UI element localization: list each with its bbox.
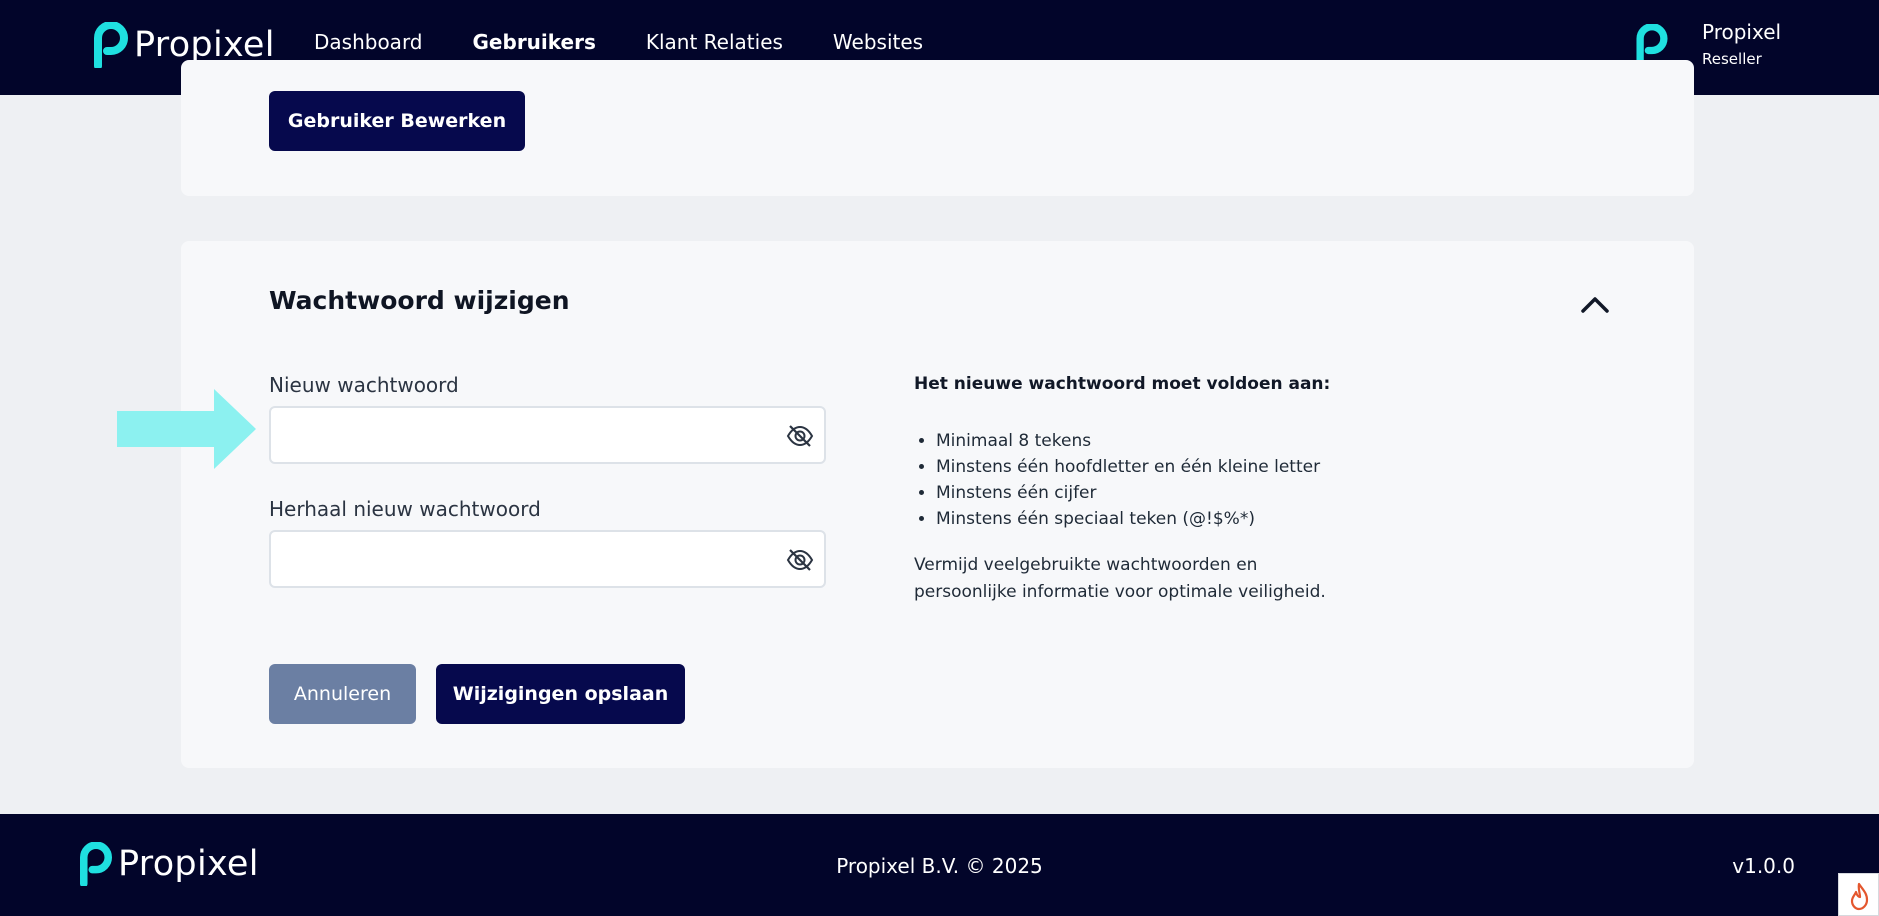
eye-slash-icon[interactable]: [786, 423, 814, 449]
user-name: Propixel: [1702, 20, 1782, 44]
edit-user-button[interactable]: Gebruiker Bewerken: [269, 91, 525, 151]
change-password-card: Wachtwoord wijzigen Nieuw wachtwoord Her…: [181, 241, 1694, 768]
flame-icon: [1850, 882, 1869, 911]
user-details-card: Gebruiker Bewerken: [181, 60, 1694, 196]
nav-item-websites[interactable]: Websites: [833, 30, 923, 54]
section-title: Wachtwoord wijzigen: [269, 286, 570, 315]
user-info: Propixel Reseller: [1702, 20, 1781, 68]
password-requirements: Het nieuwe wachtwoord moet voldoen aan: …: [914, 374, 1434, 606]
user-role: Reseller: [1702, 50, 1762, 68]
requirement-item: Minstens één hoofdletter en één kleine l…: [936, 454, 1434, 480]
new-password-input[interactable]: [271, 408, 824, 462]
save-changes-button[interactable]: Wijzigingen opslaan: [436, 664, 685, 724]
requirements-heading: Het nieuwe wachtwoord moet voldoen aan:: [914, 374, 1331, 394]
nav-item-dashboard[interactable]: Dashboard: [314, 30, 423, 54]
repeat-password-label: Herhaal nieuw wachtwoord: [269, 497, 541, 521]
nav-item-klant-relaties[interactable]: Klant Relaties: [646, 30, 783, 54]
debug-toolbar-toggle[interactable]: [1838, 873, 1879, 916]
version-label: v1.0.0: [1732, 854, 1795, 878]
requirement-item: Minimaal 8 tekens: [936, 428, 1434, 454]
requirements-list: Minimaal 8 tekens Minstens één hoofdlett…: [914, 428, 1434, 532]
requirement-item: Minstens één cijfer: [936, 480, 1434, 506]
repeat-password-field-wrapper: [269, 530, 826, 588]
copyright-text: Propixel B.V. © 2025: [836, 854, 1043, 878]
nav-item-gebruikers[interactable]: Gebruikers: [473, 30, 596, 54]
security-note: Vermijd veelgebruikte wachtwoorden en pe…: [914, 555, 1326, 602]
requirement-item: Minstens één speciaal teken (@!$%*): [936, 506, 1434, 532]
repeat-password-input[interactable]: [271, 532, 824, 586]
new-password-field-wrapper: [269, 406, 826, 464]
chevron-up-icon[interactable]: [1578, 293, 1612, 315]
cancel-button[interactable]: Annuleren: [269, 664, 416, 724]
arrow-right-icon: [117, 389, 256, 469]
eye-slash-icon[interactable]: [786, 547, 814, 573]
propixel-logo-icon: [94, 22, 128, 68]
brand-name: Propixel: [134, 25, 275, 65]
new-password-label: Nieuw wachtwoord: [269, 373, 459, 397]
footer: Propixel Propixel B.V. © 2025 v1.0.0: [0, 814, 1879, 916]
main-nav: Dashboard Gebruikers Klant Relaties Webs…: [314, 30, 923, 54]
